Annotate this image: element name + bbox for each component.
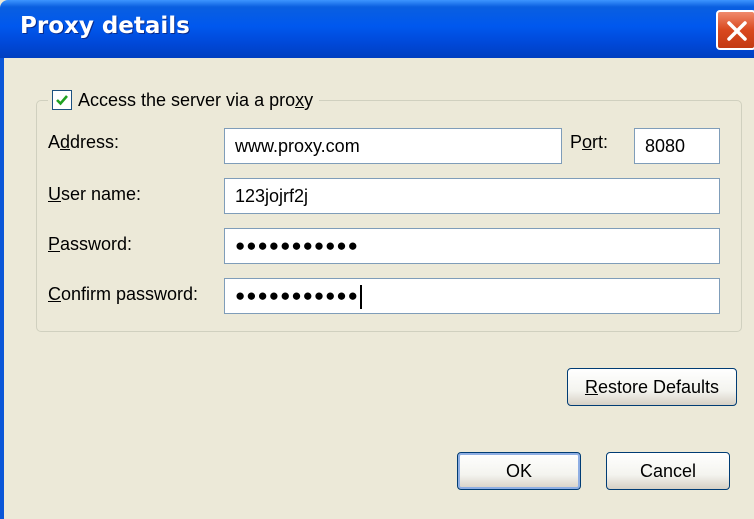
password-input[interactable]: ●●●●●●●●●●● — [224, 228, 720, 264]
address-label: Address: — [48, 132, 120, 152]
confirm-password-label: Confirm password: — [48, 284, 199, 304]
password-label: Password: — [48, 234, 133, 254]
ok-button[interactable]: OK — [457, 452, 581, 490]
dialog-title: Proxy details — [20, 13, 190, 39]
confirm-password-input[interactable]: ●●●●●●●●●●● — [224, 278, 720, 314]
restore-defaults-button[interactable]: Restore Defaults — [567, 368, 737, 406]
username-label: User name: — [48, 184, 142, 204]
use-proxy-label: Access the server via a proxy — [78, 89, 314, 110]
port-label: Port: — [570, 132, 609, 152]
cancel-button[interactable]: Cancel — [606, 452, 730, 490]
close-x-icon — [727, 21, 747, 41]
username-input[interactable]: 123jojrf2j — [224, 178, 720, 214]
use-proxy-checkbox[interactable] — [52, 90, 72, 110]
use-proxy-checkbox-row[interactable]: Access the server via a proxy — [48, 86, 320, 114]
address-input[interactable]: www.proxy.com — [224, 128, 562, 164]
close-button[interactable] — [716, 10, 754, 50]
confirm-password-value: ●●●●●●●●●●● — [235, 286, 359, 305]
port-input[interactable]: 8080 — [634, 128, 720, 164]
title-bar[interactable]: Proxy details — [0, 0, 754, 58]
checkmark-icon — [56, 95, 68, 106]
window-frame-left — [0, 58, 4, 519]
proxy-details-dialog: Proxy details Access the server via a pr… — [0, 0, 754, 519]
text-cursor — [359, 284, 362, 309]
